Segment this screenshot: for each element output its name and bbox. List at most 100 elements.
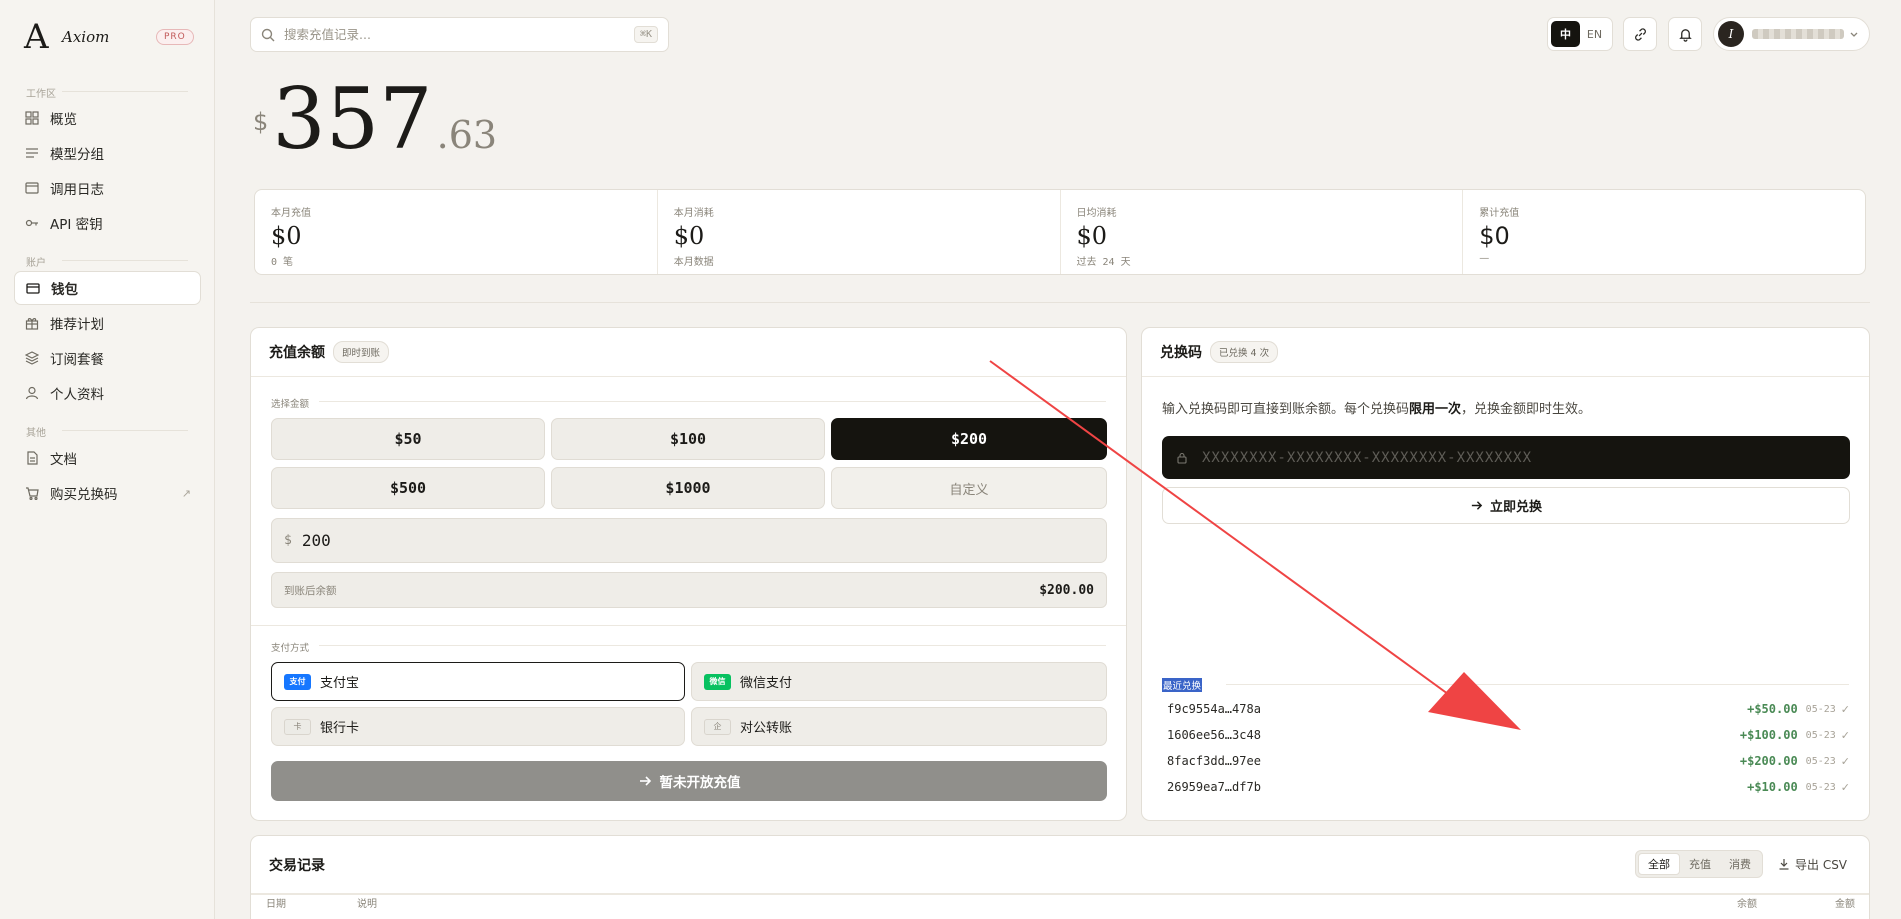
stat-total-topup: 累计充值 $0 — <box>1463 190 1865 274</box>
stat-value: $0 <box>1076 222 1108 250</box>
amount-input[interactable] <box>301 531 1106 550</box>
amount-option-200[interactable]: $200 <box>831 418 1107 460</box>
card-header: 充值余额 即时到账 <box>251 328 1126 377</box>
redeem-now-button[interactable]: 立即兑换 <box>1162 487 1850 524</box>
redeem-amount: +$100.00 <box>1739 728 1798 742</box>
sidebar-item-docs[interactable]: 文档 <box>14 441 201 475</box>
divider <box>62 91 188 92</box>
tab-all[interactable]: 全部 <box>1638 853 1680 875</box>
sidebar: A Axiom PRO 工作区 概览 模型分组 调用日志 API 密钥 账户 钱… <box>0 0 215 919</box>
user-menu[interactable]: I <box>1713 17 1870 51</box>
lang-en-button[interactable]: EN <box>1580 21 1609 47</box>
payment-label: 对公转账 <box>740 721 793 736</box>
notification-button[interactable] <box>1668 17 1702 51</box>
redacted-username <box>1752 29 1844 39</box>
payment-label: 支付宝 <box>320 676 360 691</box>
search-box[interactable]: ⌘K <box>250 17 669 52</box>
stat-monthly-usage: 本月消耗 $0 本月数据 <box>658 190 1061 274</box>
stat-sub: 过去 24 天 <box>1076 257 1131 268</box>
brand[interactable]: A Axiom <box>24 17 110 57</box>
brand-name: Axiom <box>62 28 110 46</box>
custom-amount-field[interactable]: $ <box>271 518 1107 563</box>
section-label-workspace: 工作区 <box>26 89 56 100</box>
amount-option-50[interactable]: $50 <box>271 418 545 460</box>
card-header: 交易记录 <box>251 836 1869 894</box>
stat-value: $0 <box>1479 222 1510 250</box>
amount-option-custom[interactable]: 自定义 <box>831 467 1107 509</box>
sidebar-item-call-logs[interactable]: 调用日志 <box>14 171 201 205</box>
redeem-date: 05-23 <box>1805 755 1836 767</box>
list-item: 8facf3dd…97ee +$200.00 05-23 ✓ <box>1162 748 1850 774</box>
instant-badge: 即时到账 <box>333 341 390 363</box>
sidebar-item-label: 模型分组 <box>50 147 104 163</box>
submit-topup-button[interactable]: 暂未开放充值 <box>271 761 1107 801</box>
redeem-card: 兑换码 已兑换 4 次 输入兑换码即可直接到账余额。每个兑换码限用一次，兑换金额… <box>1141 327 1870 821</box>
card-icon: 卡 <box>284 718 311 735</box>
payment-label: 银行卡 <box>320 721 360 736</box>
redeem-code-input[interactable] <box>1202 449 1850 466</box>
arrow-right-icon <box>639 776 651 786</box>
lock-icon <box>1177 452 1187 464</box>
amount-option-500[interactable]: $500 <box>271 467 545 509</box>
link-button[interactable] <box>1623 17 1657 51</box>
divider <box>319 401 1106 402</box>
lang-zh-button[interactable]: 中 <box>1551 21 1580 47</box>
amount-option-1000[interactable]: $1000 <box>551 467 825 509</box>
list-item: f9c9554a…478a +$50.00 05-23 ✓ <box>1162 696 1850 722</box>
sidebar-item-api-keys[interactable]: API 密钥 <box>14 206 201 240</box>
search-input[interactable] <box>284 27 634 42</box>
language-toggle[interactable]: 中 EN <box>1547 17 1613 51</box>
list-item: 26959ea7…df7b +$10.00 05-23 ✓ <box>1162 774 1850 800</box>
doc-icon <box>27 451 38 465</box>
brand-logo: A <box>24 17 49 57</box>
balance-display: $ 357 .63 <box>253 72 497 166</box>
payment-bank-card[interactable]: 卡 银行卡 <box>271 707 685 746</box>
list-item: 1606ee56…3c48 +$100.00 05-23 ✓ <box>1162 722 1850 748</box>
sidebar-item-label: 文档 <box>50 452 77 468</box>
sidebar-item-model-groups[interactable]: 模型分组 <box>14 136 201 170</box>
stat-label: 本月消耗 <box>673 208 714 219</box>
sidebar-item-wallet[interactable]: 钱包 <box>14 271 201 305</box>
sidebar-item-subscription[interactable]: 订阅套餐 <box>14 341 201 375</box>
payment-corporate-transfer[interactable]: 企 对公转账 <box>691 707 1107 746</box>
currency-prefix: $ <box>284 533 292 548</box>
chevron-down-icon <box>1850 32 1858 37</box>
list-icon <box>26 148 38 158</box>
redeem-code: f9c9554a…478a <box>1167 702 1261 716</box>
section-label-other: 其他 <box>26 428 46 439</box>
sidebar-item-referral[interactable]: 推荐计划 <box>14 306 201 340</box>
payment-label: 微信支付 <box>740 676 793 691</box>
column-header-amount: 金额 <box>1835 899 1855 910</box>
column-header-balance: 余额 <box>1737 899 1757 910</box>
tab-topup[interactable]: 充值 <box>1680 853 1720 875</box>
submit-label: 暂未开放充值 <box>659 775 741 791</box>
redeem-code-field[interactable] <box>1162 436 1850 479</box>
amount-option-100[interactable]: $100 <box>551 418 825 460</box>
enterprise-icon: 企 <box>704 718 731 735</box>
redeem-code: 1606ee56…3c48 <box>1167 728 1261 742</box>
stat-value: $0 <box>673 222 705 250</box>
avatar: I <box>1718 21 1744 47</box>
redeem-count-badge: 已兑换 4 次 <box>1210 341 1279 363</box>
payment-wechat[interactable]: 微信 微信支付 <box>691 662 1107 701</box>
transaction-filter-tabs: 全部 充值 消费 <box>1635 850 1763 878</box>
redeem-amount: +$200.00 <box>1739 754 1798 768</box>
check-icon: ✓ <box>1840 754 1850 768</box>
sidebar-item-label: 个人资料 <box>50 387 104 403</box>
desc-suffix: ，兑换金额即时生效。 <box>1461 402 1592 417</box>
export-csv-button[interactable]: 导出 CSV <box>1778 850 1847 878</box>
payment-alipay[interactable]: 支付 支付宝 <box>271 662 685 701</box>
check-icon: ✓ <box>1840 702 1850 716</box>
divider <box>62 430 188 431</box>
stat-value: $0 <box>271 222 302 250</box>
tab-usage[interactable]: 消费 <box>1720 853 1760 875</box>
sidebar-item-buy-code[interactable]: 购买兑换码 ↗ <box>14 476 201 510</box>
sidebar-item-profile[interactable]: 个人资料 <box>14 376 201 410</box>
desc-bold: 限用一次 <box>1409 402 1462 417</box>
stat-monthly-topup: 本月充值 $0 0 笔 <box>255 190 658 274</box>
sidebar-item-label: API 密钥 <box>50 217 103 233</box>
wallet-icon <box>26 283 40 294</box>
sidebar-item-overview[interactable]: 概览 <box>14 101 201 135</box>
sidebar-item-label: 概览 <box>50 112 77 128</box>
stat-daily-average: 日均消耗 $0 过去 24 天 <box>1061 190 1464 274</box>
